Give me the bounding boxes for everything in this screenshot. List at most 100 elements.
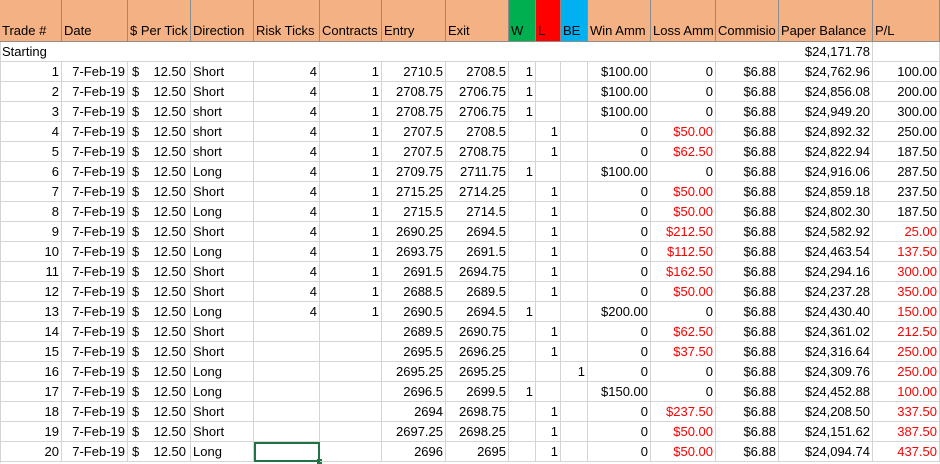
header-trade-no[interactable]: Trade # [0, 0, 62, 42]
cell-per-tick[interactable]: $12.50 [128, 182, 191, 202]
cell-per-tick[interactable]: $12.50 [128, 82, 191, 102]
cell-w[interactable]: 1 [509, 382, 536, 402]
cell-exit[interactable]: 2708.5 [446, 62, 509, 82]
cell-paper-balance[interactable]: $24,094.74 [779, 442, 873, 462]
cell-date[interactable]: 7-Feb-19 [62, 162, 128, 182]
cell-exit[interactable]: 2708.75 [446, 142, 509, 162]
cell-per-tick[interactable]: $12.50 [128, 162, 191, 182]
cell-risk-ticks[interactable]: 4 [254, 122, 320, 142]
cell-win-amm[interactable]: $100.00 [588, 82, 651, 102]
cell-contracts[interactable]: 1 [320, 142, 382, 162]
cell-loss-amm[interactable]: 0 [651, 82, 716, 102]
cell-be[interactable] [561, 182, 588, 202]
cell-pl[interactable]: 287.50 [873, 162, 940, 182]
cell-loss-amm[interactable]: 0 [651, 102, 716, 122]
cell-paper-balance[interactable]: $24,316.64 [779, 342, 873, 362]
cell-paper-balance[interactable]: $24,762.96 [779, 62, 873, 82]
cell-trade-no[interactable]: 17 [0, 382, 62, 402]
cell-w[interactable] [509, 242, 536, 262]
cell-entry[interactable]: 2710.5 [382, 62, 446, 82]
cell-commission[interactable]: $6.88 [716, 182, 779, 202]
cell-contracts[interactable]: 1 [320, 82, 382, 102]
cell-direction[interactable]: Short [191, 82, 254, 102]
cell-entry[interactable]: 2697.25 [382, 422, 446, 442]
cell-commission[interactable]: $6.88 [716, 402, 779, 422]
cell-commission[interactable]: $6.88 [716, 202, 779, 222]
cell-trade-no[interactable]: 2 [0, 82, 62, 102]
cell-paper-balance[interactable]: $24,294.16 [779, 262, 873, 282]
cell-win-amm[interactable]: 0 [588, 342, 651, 362]
cell-pl[interactable]: 387.50 [873, 422, 940, 442]
cell-w[interactable] [509, 222, 536, 242]
cell-win-amm[interactable]: $100.00 [588, 62, 651, 82]
cell-win-amm[interactable]: 0 [588, 402, 651, 422]
cell-per-tick[interactable]: $12.50 [128, 122, 191, 142]
cell-direction[interactable]: Short [191, 62, 254, 82]
cell-l[interactable] [536, 382, 561, 402]
cell-contracts[interactable] [320, 422, 382, 442]
cell-w[interactable] [509, 342, 536, 362]
cell-direction[interactable]: short [191, 122, 254, 142]
header-paper-balance[interactable]: Paper Balance [779, 0, 873, 42]
cell-be[interactable] [561, 382, 588, 402]
header-date[interactable]: Date [62, 0, 128, 42]
cell-per-tick[interactable]: $12.50 [128, 102, 191, 122]
cell-per-tick[interactable]: $12.50 [128, 262, 191, 282]
cell-paper-balance[interactable]: $24,916.06 [779, 162, 873, 182]
cell-win-amm[interactable]: 0 [588, 362, 651, 382]
cell-w[interactable]: 1 [509, 102, 536, 122]
cell-per-tick[interactable]: $12.50 [128, 142, 191, 162]
cell-be[interactable] [561, 202, 588, 222]
cell-pl[interactable]: 187.50 [873, 142, 940, 162]
cell-per-tick[interactable]: $12.50 [128, 62, 191, 82]
cell-per-tick[interactable]: $12.50 [128, 442, 191, 462]
cell-date[interactable]: 7-Feb-19 [62, 282, 128, 302]
cell-w[interactable] [509, 182, 536, 202]
cell-pl[interactable]: 250.00 [873, 342, 940, 362]
cell-l[interactable]: 1 [536, 202, 561, 222]
cell-pl[interactable]: 437.50 [873, 442, 940, 462]
cell-risk-ticks[interactable]: 4 [254, 242, 320, 262]
cell-date[interactable]: 7-Feb-19 [62, 222, 128, 242]
cell-per-tick[interactable]: $12.50 [128, 342, 191, 362]
cell-contracts[interactable]: 1 [320, 122, 382, 142]
cell-contracts[interactable] [320, 382, 382, 402]
cell-w[interactable] [509, 122, 536, 142]
cell-win-amm[interactable]: 0 [588, 222, 651, 242]
cell-risk-ticks[interactable] [254, 422, 320, 442]
cell-win-amm[interactable]: 0 [588, 282, 651, 302]
cell-commission[interactable]: $6.88 [716, 282, 779, 302]
cell-commission[interactable]: $6.88 [716, 242, 779, 262]
cell-win-amm[interactable]: $100.00 [588, 102, 651, 122]
cell-direction[interactable]: Short [191, 402, 254, 422]
cell-win-amm[interactable]: 0 [588, 142, 651, 162]
cell-date[interactable]: 7-Feb-19 [62, 82, 128, 102]
cell-entry[interactable]: 2693.75 [382, 242, 446, 262]
header-pl[interactable]: P/L [873, 0, 940, 42]
empty-cell[interactable] [62, 42, 779, 62]
cell-direction[interactable]: Long [191, 442, 254, 462]
cell-per-tick[interactable]: $12.50 [128, 202, 191, 222]
header-per-tick[interactable]: $ Per Tick [128, 0, 191, 42]
cell-w[interactable] [509, 282, 536, 302]
cell-trade-no[interactable]: 4 [0, 122, 62, 142]
cell-date[interactable]: 7-Feb-19 [62, 182, 128, 202]
cell-paper-balance[interactable]: $24,151.62 [779, 422, 873, 442]
cell-commission[interactable]: $6.88 [716, 122, 779, 142]
cell-commission[interactable]: $6.88 [716, 222, 779, 242]
cell-loss-amm[interactable]: $50.00 [651, 282, 716, 302]
cell-exit[interactable]: 2711.75 [446, 162, 509, 182]
cell-entry[interactable]: 2696 [382, 442, 446, 462]
cell-per-tick[interactable]: $12.50 [128, 402, 191, 422]
cell-trade-no[interactable]: 10 [0, 242, 62, 262]
cell-l[interactable]: 1 [536, 402, 561, 422]
cell-entry[interactable]: 2694 [382, 402, 446, 422]
header-exit[interactable]: Exit [446, 0, 509, 42]
cell-be[interactable] [561, 222, 588, 242]
cell-exit[interactable]: 2691.5 [446, 242, 509, 262]
cell-per-tick[interactable]: $12.50 [128, 222, 191, 242]
cell-win-amm[interactable]: 0 [588, 262, 651, 282]
cell-direction[interactable]: short [191, 102, 254, 122]
cell-entry[interactable]: 2715.5 [382, 202, 446, 222]
cell-loss-amm[interactable]: $162.50 [651, 262, 716, 282]
